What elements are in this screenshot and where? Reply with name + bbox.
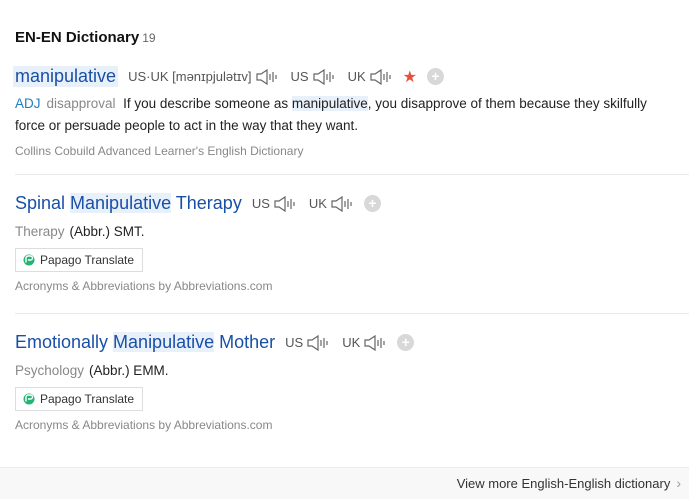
definition-highlight: manipulative xyxy=(291,96,368,111)
headword-link[interactable]: manipulative xyxy=(13,66,119,87)
entry-manipulative: manipulative US·UK [mənɪpjulətɪv] US UK … xyxy=(13,66,689,158)
headword-part: Mother xyxy=(214,332,276,352)
view-more-label: View more English-English dictionary xyxy=(456,475,671,491)
uk-label: UK xyxy=(347,69,366,84)
part-of-speech: ADJ xyxy=(15,96,41,111)
pronunciation: US·UK [mənɪpjulətɪv] xyxy=(128,69,251,84)
speaker-uk-icon[interactable] xyxy=(369,68,393,86)
headword-part: Spinal xyxy=(15,193,71,213)
chevron-right-icon: › xyxy=(676,475,681,491)
category-label: Psychology xyxy=(15,363,85,378)
abbreviation-line: Therapy (Abbr.) SMT. xyxy=(15,224,689,239)
papago-translate-button[interactable]: Papago Translate xyxy=(15,387,144,411)
headword-highlight: Manipulative xyxy=(70,193,172,213)
headword-part: Therapy xyxy=(171,193,242,213)
us-label: US xyxy=(251,196,270,211)
papago-label: Papago Translate xyxy=(40,253,135,267)
headword-link[interactable]: Spinal Manipulative Therapy xyxy=(15,193,242,214)
speaker-uk-icon[interactable] xyxy=(363,334,387,352)
uk-label: UK xyxy=(308,196,327,211)
us-label: US xyxy=(285,335,304,350)
dictionary-header: EN-EN Dictionary 19 xyxy=(15,29,156,46)
abbreviation-line: Psychology (Abbr.) EMM. xyxy=(15,363,689,378)
add-icon[interactable]: + xyxy=(426,68,444,85)
view-more-link[interactable]: View more English-English dictionary › xyxy=(457,475,681,491)
result-count: 19 xyxy=(142,31,156,45)
definition: ADJ disapproval If you describe someone a… xyxy=(15,93,680,137)
star-icon[interactable]: ★ xyxy=(403,67,417,87)
add-icon[interactable]: + xyxy=(397,334,415,351)
papago-label: Papago Translate xyxy=(40,392,135,406)
add-icon[interactable]: + xyxy=(363,195,381,212)
speaker-uk-icon[interactable] xyxy=(330,195,354,213)
pron-label: US·UK xyxy=(128,69,169,84)
headword-part: Emotionally xyxy=(15,332,114,352)
headword-link[interactable]: Emotionally Manipulative Mother xyxy=(15,332,275,353)
entry-emotionally-manipulative-mother: Emotionally Manipulative Mother US UK + … xyxy=(15,332,689,432)
abbreviation: (Abbr.) SMT. xyxy=(69,224,145,239)
source-label: Acronyms & Abbreviations by Abbreviation… xyxy=(15,279,273,293)
footer-bar: View more English-English dictionary › xyxy=(0,467,689,499)
uk-label: UK xyxy=(342,335,361,350)
us-label: US xyxy=(290,69,309,84)
speaker-us-icon[interactable] xyxy=(312,68,336,86)
divider xyxy=(15,174,689,175)
source-label: Collins Cobuild Advanced Learner's Engli… xyxy=(15,144,304,158)
source-label: Acronyms & Abbreviations by Abbreviation… xyxy=(15,418,273,432)
papago-icon xyxy=(23,254,35,266)
definition-text-1: If you describe someone as xyxy=(123,96,292,111)
entry-spinal-manipulative-therapy: Spinal Manipulative Therapy US UK + Ther… xyxy=(15,193,689,293)
section-title: EN-EN Dictionary xyxy=(15,29,140,46)
category-label: Therapy xyxy=(15,224,65,239)
divider xyxy=(15,313,689,314)
ipa-text: [mənɪpjulətɪv] xyxy=(172,69,252,84)
abbreviation: (Abbr.) EMM. xyxy=(89,363,169,378)
speaker-us-icon[interactable] xyxy=(273,195,297,213)
headword-highlight: Manipulative xyxy=(113,332,215,352)
speaker-us-icon[interactable] xyxy=(306,334,330,352)
speaker-icon[interactable] xyxy=(255,68,279,86)
papago-translate-button[interactable]: Papago Translate xyxy=(15,248,144,272)
grammar-label: disapproval xyxy=(46,96,116,111)
papago-icon xyxy=(23,393,35,405)
